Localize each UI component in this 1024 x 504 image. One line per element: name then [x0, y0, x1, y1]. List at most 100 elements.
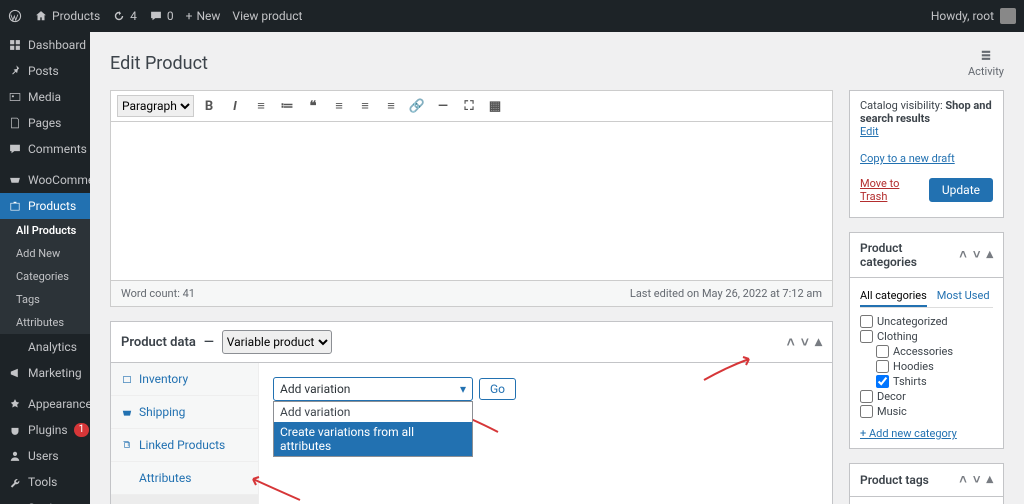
submenu-attributes[interactable]: Attributes — [0, 311, 90, 334]
tab-all-categories[interactable]: All categories — [860, 286, 927, 307]
appearance-icon — [8, 397, 22, 411]
comments-icon[interactable]: 0 — [149, 9, 174, 23]
fullscreen-icon[interactable]: ⛶ — [458, 95, 480, 117]
submenu-categories[interactable]: Categories — [0, 265, 90, 288]
number-list-icon[interactable]: ≔ — [276, 95, 298, 117]
chevron-up-icon[interactable]: ˄ — [959, 247, 967, 263]
link-icon[interactable]: 🔗 — [406, 95, 428, 117]
product-icon — [8, 199, 22, 213]
pin-icon — [8, 64, 22, 78]
activity-button[interactable]: Activity — [968, 48, 1004, 78]
toggle-icon[interactable]: ▴ — [815, 334, 822, 351]
product-data-title: Product data — [121, 335, 196, 350]
format-select[interactable]: Paragraph — [117, 95, 194, 117]
bold-icon[interactable]: B — [198, 95, 220, 117]
pd-tab-inventory[interactable]: Inventory — [111, 363, 258, 396]
move-trash-link[interactable]: Move to Trash — [860, 177, 929, 203]
bullet-list-icon[interactable]: ≡ — [250, 95, 272, 117]
align-left-icon[interactable]: ≡ — [328, 95, 350, 117]
category-accessories[interactable]: Accessories — [860, 344, 993, 359]
comment-icon — [8, 142, 22, 156]
pd-tab-shipping[interactable]: Shipping — [111, 396, 258, 429]
sidebar-item-analytics[interactable]: Analytics — [0, 334, 90, 360]
page-title: Edit Product — [110, 53, 208, 74]
site-link[interactable]: Products — [34, 9, 100, 23]
product-type-select[interactable]: Variable product — [222, 330, 332, 354]
admin-toolbar: Products 4 0 + New View product Howdy, r… — [0, 0, 1024, 32]
chevron-up-icon[interactable]: ˄ — [787, 334, 795, 351]
sidebar-item-woocommerce[interactable]: WooCommerce — [0, 167, 90, 193]
sidebar-item-users[interactable]: Users — [0, 443, 90, 469]
align-right-icon[interactable]: ≡ — [380, 95, 402, 117]
category-decor[interactable]: Decor — [860, 389, 993, 404]
media-icon — [8, 90, 22, 104]
sidebar-item-posts[interactable]: Posts — [0, 58, 90, 84]
variations-panel: Add variation Go Add variation Create va… — [259, 363, 832, 504]
copy-draft-link[interactable]: Copy to a new draft — [860, 152, 955, 165]
megaphone-icon — [8, 366, 22, 380]
chevron-down-icon[interactable]: ˅ — [801, 334, 809, 351]
sidebar-item-products[interactable]: Products — [0, 193, 90, 219]
categories-box: Product categories ˄˅▴ All categories Mo… — [849, 232, 1004, 449]
category-hoodies[interactable]: Hoodies — [860, 359, 993, 374]
wp-logo-icon[interactable] — [8, 9, 22, 23]
align-center-icon[interactable]: ≡ — [354, 95, 376, 117]
plugin-icon — [8, 423, 22, 437]
chevron-down-icon[interactable]: ˅ — [973, 247, 981, 263]
sidebar-item-comments[interactable]: Comments — [0, 136, 90, 162]
submenu-all-products[interactable]: All Products — [0, 219, 90, 242]
sidebar-item-pages[interactable]: Pages — [0, 110, 90, 136]
product-data-box: Product data — Variable product ˄ ˅ ▴ In… — [110, 321, 833, 504]
tool-icon — [8, 475, 22, 489]
user-icon — [8, 449, 22, 463]
category-tshirts[interactable]: Tshirts — [860, 374, 993, 389]
dropdown-option-add[interactable]: Add variation — [274, 402, 472, 422]
editor-status-bar: Word count: 41 Last edited on May 26, 20… — [110, 281, 833, 307]
pd-tab-linked-products[interactable]: Linked Products — [111, 429, 258, 462]
sidebar-item-settings[interactable]: Settings — [0, 495, 90, 504]
updates-icon[interactable]: 4 — [112, 9, 137, 23]
submenu-tags[interactable]: Tags — [0, 288, 90, 311]
content-editor[interactable] — [110, 121, 833, 281]
toggle-icon[interactable]: ▴ — [986, 472, 993, 488]
sidebar-item-plugins[interactable]: Plugins1 — [0, 417, 90, 443]
dropdown-option-create-all[interactable]: Create variations from all attributes — [274, 422, 472, 456]
submenu-add-new[interactable]: Add New — [0, 242, 90, 265]
toolbar-toggle-icon[interactable]: ▦ — [484, 95, 506, 117]
category-uncategorized[interactable]: Uncategorized — [860, 314, 993, 329]
chevron-up-icon[interactable]: ˄ — [959, 472, 967, 488]
tags-box: Product tags ˄˅▴ Add Separate tags with … — [849, 463, 1004, 504]
more-icon[interactable]: — — [432, 95, 454, 117]
editor-toolbar: Paragraph B I ≡ ≔ ❝ ≡ ≡ ≡ 🔗 — ⛶ ▦ — [110, 90, 833, 121]
woo-icon — [8, 173, 22, 187]
avatar[interactable] — [1000, 8, 1016, 24]
pd-tab-variations[interactable]: Variations — [111, 495, 258, 504]
chevron-down-icon[interactable]: ˅ — [973, 472, 981, 488]
dashboard-icon — [8, 38, 22, 52]
sidebar-item-appearance[interactable]: Appearance — [0, 391, 90, 417]
go-button[interactable]: Go — [479, 378, 516, 400]
chart-icon — [8, 340, 22, 354]
edit-visibility-link[interactable]: Edit — [860, 125, 879, 138]
variation-action-dropdown: Add variation Create variations from all… — [273, 401, 473, 457]
sidebar-item-dashboard[interactable]: Dashboard — [0, 32, 90, 58]
toggle-icon[interactable]: ▴ — [986, 247, 993, 263]
pd-tab-attributes[interactable]: Attributes — [111, 462, 258, 495]
tab-most-used[interactable]: Most Used — [937, 286, 990, 307]
admin-sidebar: DashboardPostsMediaPagesComments WooComme… — [0, 32, 90, 504]
new-content[interactable]: + New — [186, 9, 221, 23]
howdy-text[interactable]: Howdy, root — [931, 9, 994, 23]
category-music[interactable]: Music — [860, 404, 993, 419]
sidebar-item-marketing[interactable]: Marketing — [0, 360, 90, 386]
view-product[interactable]: View product — [232, 9, 302, 23]
category-clothing[interactable]: Clothing — [860, 329, 993, 344]
sidebar-item-media[interactable]: Media — [0, 84, 90, 110]
add-category-link[interactable]: + Add new category — [860, 427, 957, 440]
update-button[interactable]: Update — [929, 178, 993, 202]
page-icon — [8, 116, 22, 130]
sidebar-item-tools[interactable]: Tools — [0, 469, 90, 495]
publish-box: Catalog visibility: Shop and search resu… — [849, 90, 1004, 218]
variation-action-select[interactable]: Add variation — [273, 377, 473, 401]
quote-icon[interactable]: ❝ — [302, 95, 324, 117]
italic-icon[interactable]: I — [224, 95, 246, 117]
